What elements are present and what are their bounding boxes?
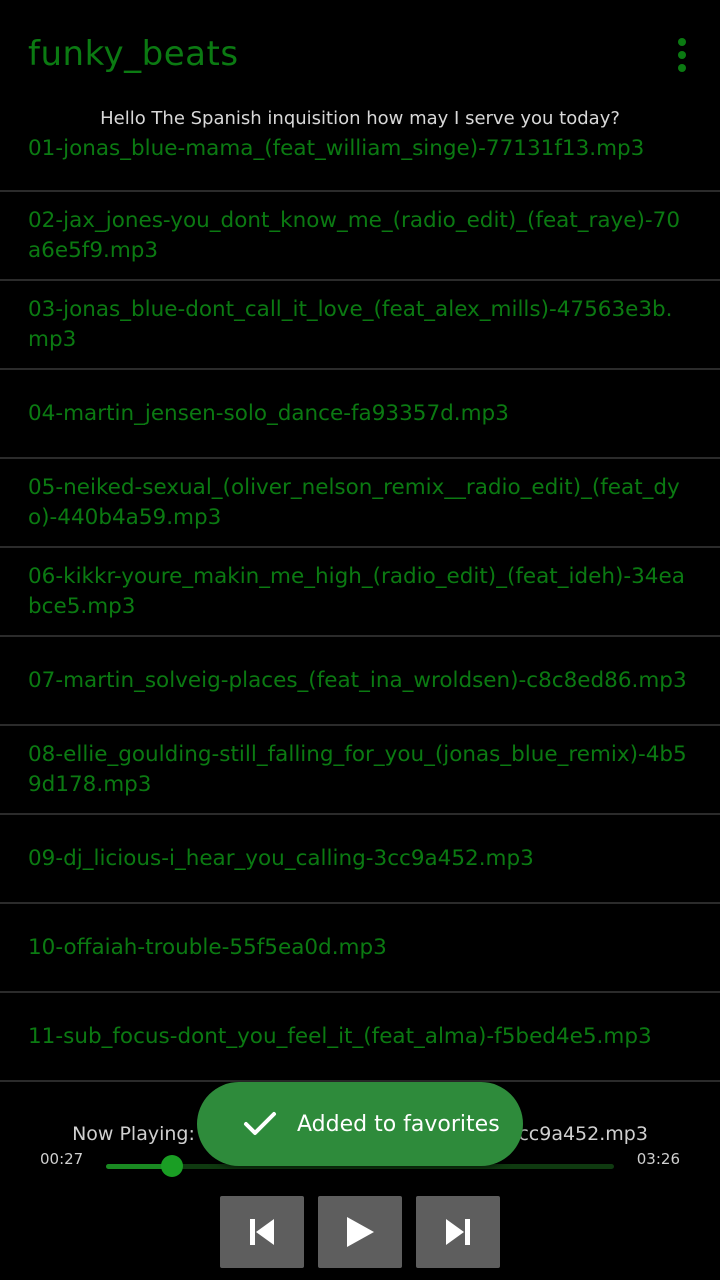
song-item[interactable]: 11-sub_focus-dont_you_feel_it_(feat_alma… (0, 993, 720, 1082)
song-item[interactable]: 07-martin_solveig-places_(feat_ina_wrold… (0, 637, 720, 726)
toast-message: Added to favorites (297, 1111, 500, 1137)
skip-next-icon (446, 1219, 470, 1245)
song-title: 03-jonas_blue-dont_call_it_love_(feat_al… (28, 296, 673, 352)
play-icon (347, 1217, 374, 1247)
song-item[interactable]: 09-dj_licious-i_hear_you_calling-3cc9a45… (0, 815, 720, 904)
overflow-menu-icon[interactable] (670, 38, 694, 72)
greeting-text: Hello The Spanish inquisition how may I … (100, 108, 620, 129)
song-title: 10-offaiah-trouble-55f5ea0d.mp3 (28, 934, 387, 960)
previous-button[interactable] (220, 1196, 304, 1268)
next-button[interactable] (416, 1196, 500, 1268)
checkmark-icon (244, 1112, 276, 1135)
song-title: 06-kikkr-youre_makin_me_high_(radio_edit… (28, 563, 685, 619)
song-title: 04-martin_jensen-solo_dance-fa93357d.mp3 (28, 400, 509, 426)
total-time: 03:26 (636, 1150, 680, 1168)
song-item[interactable]: 06-kikkr-youre_makin_me_high_(radio_edit… (0, 548, 720, 637)
app-title: funky_beats (28, 34, 239, 74)
app-bar: funky_beats (0, 0, 720, 108)
toast-notification: Added to favorites (197, 1082, 523, 1166)
song-title: 09-dj_licious-i_hear_you_calling-3cc9a45… (28, 845, 534, 871)
song-item[interactable]: 08-ellie_goulding-still_falling_for_you_… (0, 726, 720, 815)
song-item[interactable]: 02-jax_jones-you_dont_know_me_(radio_edi… (0, 192, 720, 281)
skip-previous-icon (250, 1219, 274, 1245)
song-title: 01-jonas_blue-mama_(feat_william_singe)-… (28, 136, 645, 161)
song-title: 02-jax_jones-you_dont_know_me_(radio_edi… (28, 207, 681, 263)
song-item[interactable]: 04-martin_jensen-solo_dance-fa93357d.mp3 (0, 370, 720, 459)
play-button[interactable] (318, 1196, 402, 1268)
seek-thumb[interactable] (161, 1155, 184, 1177)
song-item[interactable]: 10-offaiah-trouble-55f5ea0d.mp3 (0, 904, 720, 993)
playback-controls (0, 1196, 720, 1268)
song-list: 01-jonas_blue-mama_(feat_william_singe)-… (0, 104, 720, 1122)
current-time: 00:27 (40, 1150, 84, 1168)
song-item[interactable]: 03-jonas_blue-dont_call_it_love_(feat_al… (0, 281, 720, 370)
song-item[interactable]: 05-neiked-sexual_(oliver_nelson_remix__r… (0, 459, 720, 548)
song-title: 08-ellie_goulding-still_falling_for_you_… (28, 741, 687, 797)
song-title: 05-neiked-sexual_(oliver_nelson_remix__r… (28, 474, 680, 530)
song-title: 07-martin_solveig-places_(feat_ina_wrold… (28, 667, 687, 693)
song-title: 11-sub_focus-dont_you_feel_it_(feat_alma… (28, 1023, 652, 1049)
